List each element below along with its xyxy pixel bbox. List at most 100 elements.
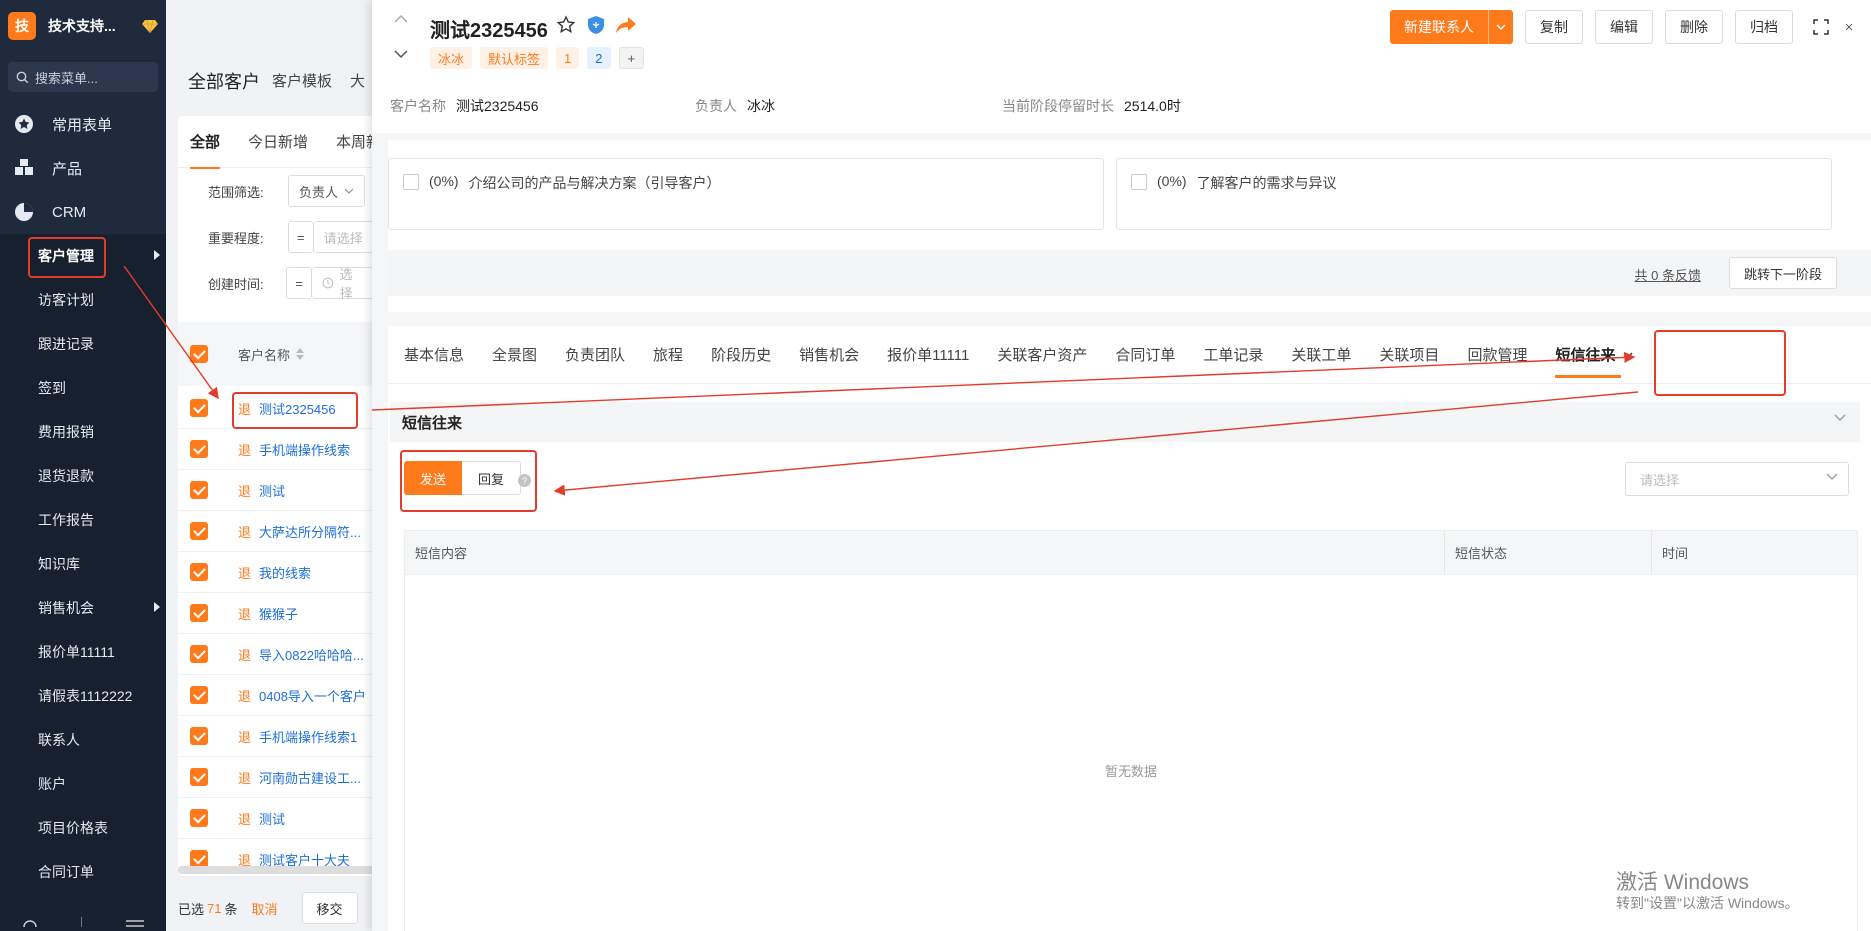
table-row[interactable]: 退测试	[178, 798, 376, 839]
tab-today[interactable]: 今日新增	[248, 131, 308, 152]
archive-button[interactable]: 归档	[1735, 10, 1793, 44]
delete-button[interactable]: 删除	[1665, 10, 1723, 44]
sidebar-item-opportunities[interactable]: 销售机会	[0, 586, 166, 630]
table-row[interactable]: 退我的线索	[178, 552, 376, 593]
transfer-button[interactable]: 移交	[301, 892, 358, 924]
row-checkbox[interactable]	[190, 440, 208, 458]
sidebar-item-expenses[interactable]: 费用报销	[0, 410, 166, 454]
tab-4[interactable]: 阶段历史	[697, 326, 785, 384]
stage-item[interactable]: (0%) 介绍公司的产品与解决方案（引导客户）	[388, 158, 1104, 230]
table-row[interactable]: 退大萨达所分隔符...	[178, 511, 376, 552]
tab-1[interactable]: 全景图	[478, 326, 551, 384]
brand[interactable]: 技 技术支持...	[0, 0, 166, 52]
reply-toggle-button[interactable]: 回复	[462, 461, 522, 495]
customer-name-link[interactable]: 手机端操作线索	[259, 440, 350, 459]
feedback-link[interactable]: 共 0 条反馈	[1635, 265, 1701, 284]
table-row[interactable]: 退手机端操作线索1	[178, 716, 376, 757]
tag-chip[interactable]: 默认标签	[480, 47, 549, 69]
sidebar-item-price-list[interactable]: 项目价格表	[0, 806, 166, 850]
scope-select[interactable]: 负责人	[288, 175, 366, 207]
table-row[interactable]: 退测试	[178, 470, 376, 511]
select-all-checkbox[interactable]	[190, 345, 208, 363]
sidebar-item-work-report[interactable]: 工作报告	[0, 498, 166, 542]
shield-icon[interactable]	[585, 14, 607, 36]
customer-name-link[interactable]: 大萨达所分隔符...	[259, 522, 361, 541]
sidebar-item-returns[interactable]: 退货退款	[0, 454, 166, 498]
table-row[interactable]: 退导入0822哈哈哈...	[178, 634, 376, 675]
tab-5[interactable]: 销售机会	[785, 326, 873, 384]
sidebar-item-common-forms[interactable]: 常用表单	[0, 102, 166, 146]
customer-name-link[interactable]: 测试	[259, 481, 285, 500]
importance-select[interactable]: 请选择	[313, 221, 374, 253]
sidebar-item-knowledge[interactable]: 知识库	[0, 542, 166, 586]
tab-7[interactable]: 关联客户资产	[983, 326, 1101, 384]
tag-chip[interactable]: 1	[556, 47, 580, 69]
copy-button[interactable]: 复制	[1525, 10, 1583, 44]
sidebar-item-crm[interactable]: CRM	[0, 190, 166, 234]
chevron-down-icon[interactable]	[1834, 414, 1846, 422]
tab-12[interactable]: 回款管理	[1453, 326, 1541, 384]
stage-checkbox[interactable]	[403, 174, 419, 190]
row-checkbox[interactable]	[190, 563, 208, 581]
tab-6[interactable]: 报价单11111	[873, 326, 983, 384]
stage-item[interactable]: (0%) 了解客户的需求与异议	[1116, 158, 1832, 230]
tab-11[interactable]: 关联项目	[1365, 326, 1453, 384]
next-stage-button[interactable]: 跳转下一阶段	[1728, 257, 1837, 289]
sort-icon[interactable]	[296, 348, 305, 360]
cancel-selection-link[interactable]: 取消	[252, 899, 278, 918]
customer-name-link[interactable]: 0408导入一个客户	[259, 686, 366, 705]
date-picker[interactable]: 选择	[311, 267, 376, 301]
sidebar-item-leave[interactable]: 请假表1112222	[0, 674, 166, 718]
sidebar-item-products[interactable]: 产品	[0, 146, 166, 190]
row-checkbox[interactable]	[190, 604, 208, 622]
row-checkbox[interactable]	[190, 645, 208, 663]
tab-week[interactable]: 本周新	[336, 131, 376, 152]
customer-name-link[interactable]: 手机端操作线索1	[259, 727, 357, 746]
operator-select[interactable]: =	[288, 221, 314, 253]
customer-name-link[interactable]: 测试2325456	[259, 399, 336, 418]
chevron-up-icon[interactable]	[394, 14, 408, 23]
fullscreen-icon[interactable]	[1811, 17, 1831, 37]
sidebar-item-follow-up[interactable]: 跟进记录	[0, 322, 166, 366]
settings-icon[interactable]	[22, 915, 38, 931]
row-checkbox[interactable]	[190, 399, 208, 417]
tab-13[interactable]: 短信往来	[1541, 326, 1647, 384]
horizontal-scrollbar[interactable]	[178, 866, 376, 874]
sidebar-item-customer-management[interactable]: 客户管理	[0, 234, 166, 278]
template-switch[interactable]: 客户模板大	[272, 70, 365, 91]
share-icon[interactable]	[615, 14, 637, 36]
customer-name-link[interactable]: 我的线索	[259, 563, 311, 582]
close-icon[interactable]	[1845, 17, 1853, 37]
tag-chip[interactable]: 2	[587, 47, 611, 69]
add-tag-button[interactable]: +	[618, 47, 645, 69]
tab-2[interactable]: 负责团队	[551, 326, 639, 384]
table-row[interactable]: 退手机端操作线索	[178, 429, 376, 470]
sidebar-item-accounts[interactable]: 账户	[0, 762, 166, 806]
row-checkbox[interactable]	[190, 522, 208, 540]
sidebar-item-quotes[interactable]: 报价单11111	[0, 630, 166, 674]
sidebar-item-contract-orders[interactable]: 合同订单	[0, 850, 166, 894]
menu-icon[interactable]	[126, 915, 145, 930]
filter-select[interactable]: 请选择	[1625, 462, 1849, 496]
row-checkbox[interactable]	[190, 809, 208, 827]
sidebar-item-checkin[interactable]: 签到	[0, 366, 166, 410]
chevron-down-icon[interactable]	[394, 50, 408, 59]
table-row[interactable]: 退猴猴子	[178, 593, 376, 634]
stage-checkbox[interactable]	[1131, 174, 1147, 190]
tab-all[interactable]: 全部	[190, 131, 221, 169]
tab-10[interactable]: 关联工单	[1277, 326, 1365, 384]
chevron-down-icon[interactable]	[1489, 24, 1513, 30]
help-icon[interactable]: ?	[518, 474, 531, 487]
sidebar-item-visit-plan[interactable]: 访客计划	[0, 278, 166, 322]
tab-0[interactable]: 基本信息	[390, 326, 478, 384]
new-contact-button[interactable]: 新建联系人	[1390, 10, 1513, 44]
edit-button[interactable]: 编辑	[1595, 10, 1653, 44]
diamond-icon[interactable]	[142, 19, 158, 34]
tab-9[interactable]: 工单记录	[1189, 326, 1277, 384]
customer-name-link[interactable]: 测试	[259, 809, 285, 828]
customer-name-link[interactable]: 导入0822哈哈哈...	[259, 645, 364, 664]
star-outline-icon[interactable]	[555, 14, 577, 36]
customer-name-link[interactable]: 河南勋古建设工...	[259, 768, 361, 787]
tag-chip[interactable]: 冰冰	[430, 47, 473, 69]
row-checkbox[interactable]	[190, 727, 208, 745]
